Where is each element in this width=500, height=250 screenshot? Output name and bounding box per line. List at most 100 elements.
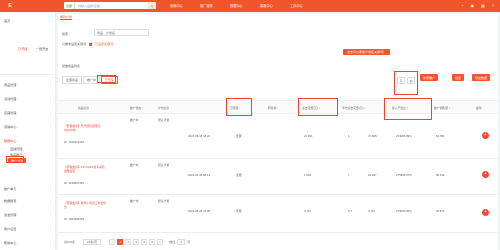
tooltip-callout: 点击可以添加计划名关键词！ — [343, 49, 391, 55]
search-icon[interactable]: Q — [148, 2, 156, 9]
add-keyword-button[interactable]: + — [482, 209, 489, 216]
badge-one-click[interactable]: 一键开启 — [36, 46, 48, 51]
checkbox[interactable] — [89, 42, 93, 46]
cost-value: 1 — [348, 134, 350, 138]
th-product: 商品信息 — [78, 106, 90, 110]
chevron-down-icon: › — [50, 240, 51, 244]
help-icon[interactable]: ? — [492, 3, 494, 8]
page-3[interactable]: 3 — [133, 239, 140, 245]
page-4[interactable]: 4 — [141, 239, 148, 245]
product-title[interactable]: 【安徽发货】乐乐熊新鲜果冻15g*20袋 — [64, 124, 106, 132]
roi-value: 275995.07% — [396, 173, 412, 177]
chart-view-icon[interactable]: ▥ — [407, 77, 415, 84]
table-row[interactable]: 【安徽发货】夏季小清新三件套组合 ID: 1003930403 推广中 默认计划… — [58, 195, 498, 233]
plan-name[interactable]: 默认计划 — [158, 118, 169, 122]
plan-time: 2021-06-18 18:24 — [188, 134, 211, 138]
add-promo-button[interactable]: 新增推广 — [420, 74, 438, 81]
chevron-down-icon: › — [50, 226, 51, 230]
sidebar-item-finance[interactable]: 资金管理 — [4, 212, 16, 217]
page-prev[interactable]: < — [109, 239, 116, 245]
product-id: ID: 1238907435 — [64, 181, 84, 185]
rate-value: 4.716 — [304, 209, 311, 213]
sidebar-item-help[interactable]: 帮助中心 — [4, 240, 16, 245]
product-title[interactable]: 【安徽发货】CP-CD23 新手彩色蜡笔盒装 — [64, 165, 106, 173]
grid-icon[interactable]: ▦ — [481, 3, 485, 8]
product-id: ID: 1043213432 — [64, 140, 84, 144]
chevron-down-icon: › — [50, 186, 51, 190]
avg-value: 4.716 — [368, 209, 375, 213]
sidebar-item-unit[interactable]: 推广单元 — [4, 186, 16, 191]
cost-value: 7 — [348, 173, 350, 177]
page-1[interactable]: 1 — [117, 239, 124, 245]
product-id: ID: 1003930403 — [64, 217, 84, 221]
th-status: 推广状态 — [130, 106, 142, 110]
page-input[interactable]: 1 — [177, 239, 186, 245]
list-label: 投放商品列表 — [62, 64, 81, 68]
search-field[interactable]: 商品、计划名 — [94, 29, 149, 36]
filter-check-row: 只看未设置关键词 已设置关键词 — [62, 42, 113, 46]
highlight-box — [6, 156, 24, 163]
sidebar-item-report[interactable]: 数据报表 — [4, 198, 16, 203]
plan-time: 2021-05-28 10:28 — [188, 209, 211, 213]
tab-marketing[interactable]: 营销中心 — [170, 3, 183, 8]
tab-data[interactable]: 数据中心 — [230, 3, 243, 8]
add-keyword-button[interactable]: + — [482, 171, 489, 178]
sidebar-item-activity[interactable]: 活动管理 — [4, 96, 16, 101]
th-avg[interactable]: 平均点击花费(元) ↕ — [342, 106, 366, 110]
table-row[interactable]: 【安徽发货】乐乐熊新鲜果冻15g*20袋 ID: 1043213432 推广中 … — [58, 114, 498, 159]
product-title[interactable]: 【安徽发货】夏季小清新三件套组合 — [64, 201, 106, 209]
tab-promo[interactable]: 推广服务 — [200, 3, 213, 8]
budget-value: 无限 — [236, 209, 242, 213]
export-button[interactable]: 导出数据 — [472, 74, 490, 81]
th-rate[interactable]: 转化率 ↕ — [268, 106, 279, 110]
main-panel: 爆款计划 搜索： 商品、计划名 只看未设置关键词 已设置关键词 点击可以添加计划… — [58, 14, 498, 250]
sidebar-item-data[interactable]: 数据中心 — [4, 138, 16, 143]
status-text: 推广中 — [130, 163, 139, 167]
plan-name[interactable]: 默认计划 — [158, 163, 169, 167]
tab-all[interactable]: 全部商品 — [62, 76, 83, 84]
sidebar-item-goods[interactable]: 商品管理 — [4, 82, 16, 87]
page-next[interactable]: > — [157, 239, 164, 245]
th-actions: 操作 — [476, 106, 482, 110]
search-scope-select[interactable]: 全部 — [64, 2, 76, 9]
plan-name[interactable]: 默认计划 — [158, 199, 169, 203]
badge-opened: 已开通 — [18, 47, 28, 51]
chevron-down-icon: › — [50, 110, 51, 114]
bell-icon[interactable]: ◔ — [461, 3, 463, 8]
tab-service[interactable]: 客服中心 — [260, 3, 273, 8]
check-label: 只看未设置关键词 — [62, 42, 87, 46]
sidebar-item-live[interactable]: 直播管理 — [10, 146, 22, 151]
goto-label: 前往 — [169, 240, 176, 244]
filter-label: 搜索： — [62, 32, 72, 36]
table-row[interactable]: 【安徽发货】CP-CD23 新手彩色蜡笔盒装 ID: 1238907435 推广… — [58, 159, 498, 195]
rate-value: 21.961 — [304, 134, 313, 138]
highlight-box — [97, 75, 116, 83]
th-sales[interactable]: 推广销售额 ↕ — [434, 106, 450, 110]
th-plan: 计划信息 — [158, 106, 170, 110]
breadcrumb[interactable]: 爆款计划 — [60, 15, 73, 20]
plan-time: 2021-06-18 08:14 — [188, 173, 211, 177]
top-search[interactable]: 全部 请输入品牌/店铺 Q — [64, 2, 156, 9]
add-keyword-button[interactable]: + — [482, 132, 489, 139]
sidebar-item-home[interactable]: 首页 — [4, 18, 10, 23]
top-bar: E 全部 请输入品牌/店铺 Q 营销中心 推广服务 数据中心 客服中心 工具中心… — [0, 0, 500, 12]
tab-tools[interactable]: 工具中心 — [290, 3, 303, 8]
budget-value: 无限 — [236, 173, 242, 177]
per-page-select[interactable]: 10条/页 — [83, 239, 102, 245]
pagination: 共100条 10条/页 < 1 2 3 4 5 > 前往 1 页 — [58, 236, 498, 248]
sidebar-item-marketing[interactable]: 营销中心 — [4, 124, 16, 129]
user-icon[interactable]: ◉ — [470, 3, 474, 8]
page-2[interactable]: 2 — [125, 239, 132, 245]
search-input[interactable]: 请输入品牌/店铺 — [75, 4, 100, 8]
sidebar-item-shop[interactable]: 店铺管理 — [4, 110, 16, 115]
cost-value: 0.7 — [348, 209, 352, 213]
batch-button[interactable]: 批量 — [452, 74, 464, 81]
sales-value: 50.312 — [436, 173, 445, 177]
total-count: 共100条 — [64, 240, 76, 244]
status-text: 推广中 — [130, 199, 139, 203]
page-5[interactable]: 5 — [149, 239, 156, 245]
logo: E — [8, 3, 12, 9]
sidebar-item-account[interactable]: 账户设置 — [4, 226, 16, 231]
rate-value: 1.594 — [304, 173, 311, 177]
list-view-icon[interactable]: ☰ — [397, 77, 405, 84]
